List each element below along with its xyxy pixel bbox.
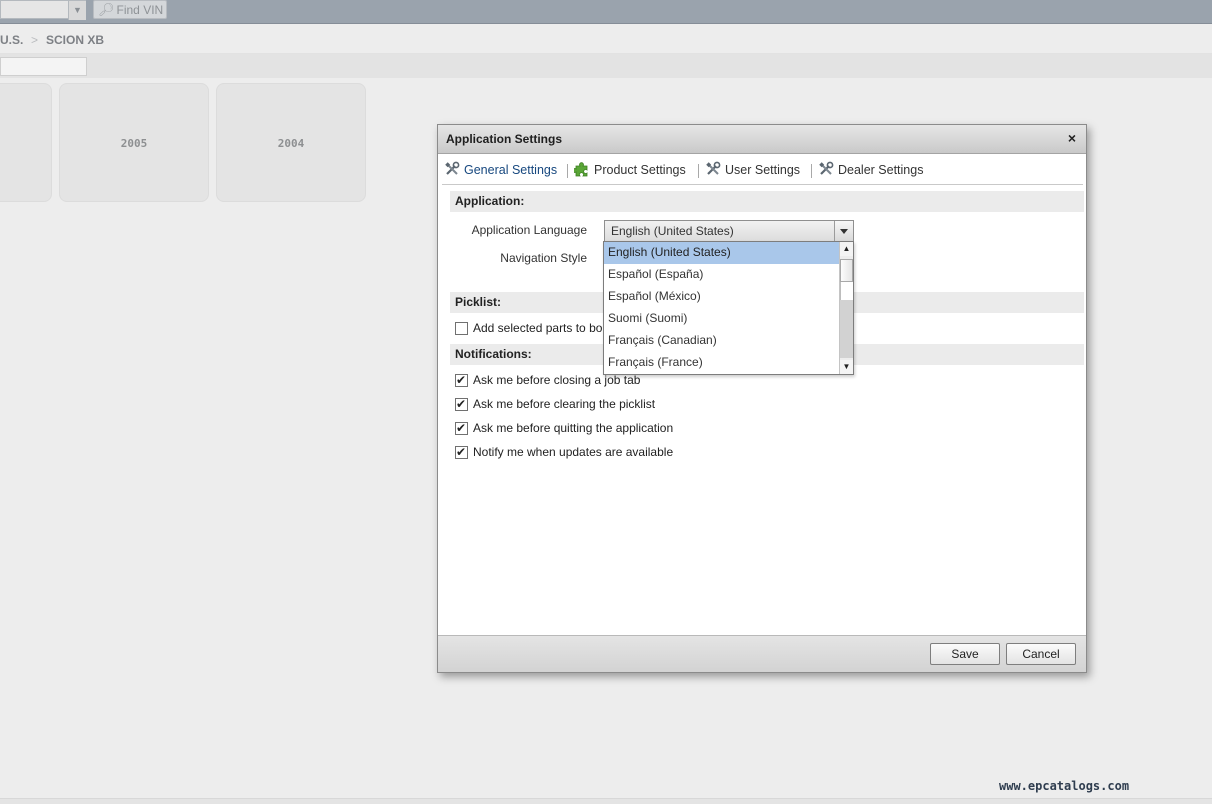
bottom-strip — [0, 798, 1212, 804]
section-header-application: Application: — [450, 191, 1084, 212]
tab-label: Dealer Settings — [838, 163, 924, 177]
breadcrumb-item-region[interactable]: U.S. — [0, 24, 23, 56]
year-tile[interactable] — [0, 83, 52, 202]
watermark: www.epcatalogs.com — [999, 779, 1130, 793]
language-option[interactable]: English (United States) — [604, 242, 839, 264]
tab-general-settings[interactable]: General Settings — [444, 161, 557, 181]
dialog-footer: Save Cancel — [438, 635, 1086, 672]
application-settings-dialog: Application Settings × General Settings … — [437, 124, 1087, 673]
search-icon: 🔎︎ — [98, 2, 115, 17]
navigation-style-label: Navigation Style — [500, 251, 587, 265]
language-dropdown-list[interactable]: English (United States) Español (España)… — [603, 241, 854, 375]
tab-label: User Settings — [725, 163, 801, 177]
scrollbar-thumb[interactable] — [840, 259, 853, 282]
save-button[interactable]: Save — [930, 643, 1000, 665]
checkbox-label: Add selected parts to bo — [473, 321, 603, 335]
region-combo[interactable]: ▼ — [0, 0, 86, 20]
language-option[interactable]: Suomi (Suomi) — [604, 308, 839, 330]
scrollbar-track[interactable] — [840, 300, 853, 358]
checkbox[interactable] — [455, 322, 468, 335]
dropdown-scrollbar[interactable]: ▲ ▼ — [839, 242, 853, 374]
top-toolbar: ▼ 🔎︎ Find VIN — [0, 0, 1212, 24]
language-option[interactable]: Español (España) — [604, 264, 839, 286]
language-options: English (United States) Español (España)… — [604, 242, 839, 374]
chevron-down-icon[interactable] — [834, 221, 853, 241]
tab-dealer-settings[interactable]: Dealer Settings — [818, 161, 923, 181]
tools-icon — [818, 161, 834, 177]
scroll-up-icon[interactable]: ▲ — [840, 242, 853, 256]
cancel-button[interactable]: Cancel — [1006, 643, 1076, 665]
scroll-down-icon[interactable]: ▼ — [840, 360, 853, 374]
filter-input[interactable] — [0, 57, 87, 76]
application-language-select[interactable]: English (United States) — [604, 220, 854, 242]
checkbox[interactable] — [455, 373, 468, 387]
tab-divider — [567, 164, 568, 178]
find-vin-label: Find VIN — [116, 3, 164, 17]
dialog-title: Application Settings — [446, 132, 563, 146]
tab-label: General Settings — [464, 163, 558, 177]
checkbox-label: Ask me before clearing the picklist — [473, 397, 656, 411]
language-option[interactable]: Français (France) — [604, 352, 839, 374]
scrollbar-track[interactable] — [840, 282, 853, 300]
close-icon[interactable]: × — [1064, 130, 1080, 146]
settings-tabs: General Settings Product Settings User S… — [442, 156, 1083, 185]
tab-label: Product Settings — [594, 163, 686, 177]
tab-divider — [698, 164, 699, 178]
tools-icon — [705, 161, 721, 177]
tools-icon — [444, 161, 460, 177]
filter-bar — [0, 54, 1212, 78]
dialog-header: Application Settings × — [438, 125, 1086, 154]
tab-product-settings[interactable]: Product Settings — [572, 161, 686, 181]
language-option[interactable]: Français (Canadian) — [604, 330, 839, 352]
chevron-down-icon[interactable]: ▼ — [68, 1, 86, 20]
checkbox-label: Notify me when updates are available — [473, 445, 674, 459]
tab-divider — [811, 164, 812, 178]
application-language-label: Application Language — [471, 223, 587, 237]
breadcrumb-separator-icon: > — [31, 33, 39, 47]
selected-language-value: English (United States) — [611, 224, 734, 238]
puzzle-icon — [572, 161, 590, 177]
checkbox[interactable] — [455, 421, 468, 435]
tab-user-settings[interactable]: User Settings — [705, 161, 800, 181]
checkbox[interactable] — [455, 445, 468, 459]
find-vin-button[interactable]: 🔎︎ Find VIN — [93, 0, 167, 19]
breadcrumb-item-model[interactable]: SCION XB — [46, 24, 104, 56]
year-tile-2004[interactable]: 2004 — [216, 83, 366, 202]
year-tile-2005[interactable]: 2005 — [59, 83, 209, 202]
checkbox-label: Ask me before quitting the application — [473, 421, 674, 435]
checkbox-label: Ask me before closing a job tab — [473, 373, 641, 387]
language-option[interactable]: Español (México) — [604, 286, 839, 308]
breadcrumb: U.S. > SCION XB — [0, 24, 1212, 54]
checkbox[interactable] — [455, 397, 468, 411]
